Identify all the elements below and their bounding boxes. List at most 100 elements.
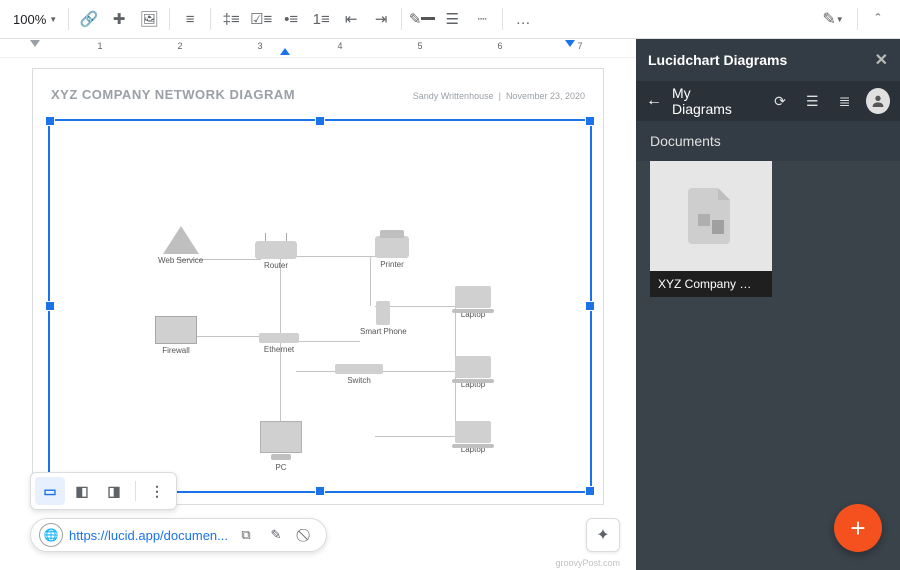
link-preview-chip: 🌐 https://lucid.app/documen... ⧉ ✎ ⃠: [30, 518, 327, 552]
ruler-mark: 7: [577, 41, 582, 51]
thumbnail-caption: XYZ Company …: [650, 271, 772, 297]
node-label: Smart Phone: [360, 327, 407, 336]
insert-link-button[interactable]: 🔗: [75, 5, 103, 33]
ethernet-icon: [259, 333, 299, 343]
date: November 23, 2020: [506, 91, 585, 101]
page-scroll[interactable]: XYZ COMPANY NETWORK DIAGRAM Sandy Writte…: [0, 58, 636, 570]
section-label: Documents: [636, 121, 900, 161]
lucidchart-sidebar: Lucidchart Diagrams ✕ ← My Diagrams ⟳ ☰ …: [636, 39, 900, 570]
node-label: Switch: [335, 376, 383, 385]
node-web-service: Web Service: [158, 226, 203, 265]
bulleted-list-button[interactable]: •≡: [277, 5, 305, 33]
router-icon: [255, 241, 297, 259]
wrap-break-button[interactable]: ◨: [99, 477, 129, 505]
wire: [375, 371, 455, 372]
border-dash-button[interactable]: ┈: [468, 5, 496, 33]
node-pc: PC: [260, 421, 302, 472]
separator: [857, 8, 858, 30]
border-weight-button[interactable]: ☰: [438, 5, 466, 33]
breadcrumb: My Diagrams: [672, 85, 749, 117]
sort-button[interactable]: ☰: [801, 89, 823, 113]
more-button[interactable]: …: [509, 5, 537, 33]
node-ethernet: Ethernet: [259, 333, 299, 354]
wire: [370, 256, 371, 306]
node-label: Firewall: [155, 346, 197, 355]
page-title: XYZ COMPANY NETWORK DIAGRAM: [51, 87, 295, 102]
web-service-icon: [163, 226, 199, 254]
image-wrap-toolbar: ▭ ◧ ◨ ⋮: [30, 472, 177, 510]
hide-menus-button[interactable]: ˆ: [864, 5, 892, 33]
image-more-button[interactable]: ⋮: [142, 477, 172, 505]
explore-button[interactable]: ✦: [586, 518, 620, 552]
main-toolbar: 100% ▼ 🔗 ✚ 🖼 ≡ ‡≡ ☑≡ •≡ 1≡ ⇤ ⇥ ✎ ☰ ┈ … ✎…: [0, 0, 900, 39]
watermark: groovyPost.com: [555, 558, 620, 568]
thumbnail-preview: [650, 161, 772, 271]
node-firewall: Firewall: [155, 316, 197, 355]
node-label: Web Service: [158, 256, 203, 265]
node-label: Ethernet: [259, 345, 299, 354]
printer-icon: [375, 236, 409, 258]
ruler-mark: 2: [177, 41, 182, 51]
back-button[interactable]: ←: [646, 92, 662, 110]
insert-image-button[interactable]: 🖼: [135, 5, 163, 33]
network-diagram: Web Service Firewall Router Etherne: [50, 121, 590, 491]
document-header: XYZ COMPANY NETWORK DIAGRAM Sandy Writte…: [33, 69, 603, 108]
diagram-thumbnail[interactable]: XYZ Company …: [650, 161, 772, 297]
pc-icon: [260, 421, 302, 453]
node-laptop-1: Laptop: [455, 286, 491, 319]
wrap-text-button[interactable]: ◧: [67, 477, 97, 505]
numbered-list-button[interactable]: 1≡: [307, 5, 335, 33]
node-router: Router: [255, 241, 297, 270]
sidebar-subheader: ← My Diagrams ⟳ ☰ ≣: [636, 81, 900, 121]
horizontal-ruler[interactable]: 1 2 3 4 5 6 7: [0, 39, 636, 58]
wire: [375, 436, 455, 437]
view-list-button[interactable]: ≣: [833, 89, 855, 113]
link-url[interactable]: https://lucid.app/documen...: [69, 528, 228, 543]
copy-link-button[interactable]: ⧉: [234, 523, 258, 547]
ruler-mark: 1: [97, 41, 102, 51]
wire: [295, 341, 360, 342]
node-laptop-3: Laptop: [455, 421, 491, 454]
zoom-selector[interactable]: 100% ▼: [8, 12, 62, 27]
document-area: 1 2 3 4 5 6 7 XYZ COMPANY NETWORK DIAGRA…: [0, 39, 636, 570]
node-label: Router: [255, 261, 297, 270]
node-switch: Switch: [335, 364, 383, 385]
ruler-mark: 6: [497, 41, 502, 51]
firewall-icon: [155, 316, 197, 344]
new-diagram-fab[interactable]: +: [834, 504, 882, 552]
separator: [502, 8, 503, 30]
border-color-button[interactable]: ✎: [408, 5, 436, 33]
ruler-mark: 3: [257, 41, 262, 51]
align-button[interactable]: ≡: [176, 5, 204, 33]
remove-link-button[interactable]: ⃠: [294, 523, 318, 547]
zoom-value: 100%: [13, 12, 46, 27]
close-button[interactable]: ✕: [875, 50, 888, 70]
add-comment-button[interactable]: ✚: [105, 5, 133, 33]
editing-mode-button[interactable]: ✎ ▼: [815, 5, 851, 33]
author: Sandy Writtenhouse: [413, 91, 494, 101]
first-line-indent-marker[interactable]: [280, 48, 290, 55]
edit-link-button[interactable]: ✎: [264, 523, 288, 547]
left-indent-marker[interactable]: [30, 40, 40, 47]
page-meta: Sandy Writtenhouse | November 23, 2020: [413, 91, 585, 101]
switch-icon: [335, 364, 383, 374]
sidebar-body: XYZ Company … +: [636, 161, 900, 570]
decrease-indent-button[interactable]: ⇤: [337, 5, 365, 33]
user-avatar[interactable]: [866, 88, 890, 114]
laptop-icon: [455, 286, 491, 308]
line-spacing-button[interactable]: ‡≡: [217, 5, 245, 33]
increase-indent-button[interactable]: ⇥: [367, 5, 395, 33]
checklist-button[interactable]: ☑≡: [247, 5, 275, 33]
chevron-down-icon: ▼: [49, 15, 57, 24]
document-page: XYZ COMPANY NETWORK DIAGRAM Sandy Writte…: [32, 68, 604, 505]
sidebar-title: Lucidchart Diagrams: [648, 52, 787, 68]
separator: [401, 8, 402, 30]
globe-icon: 🌐: [39, 523, 63, 547]
right-indent-marker[interactable]: [565, 40, 575, 47]
selected-diagram[interactable]: Web Service Firewall Router Etherne: [48, 119, 592, 493]
wrap-inline-button[interactable]: ▭: [35, 477, 65, 505]
node-laptop-2: Laptop: [455, 356, 491, 389]
smartphone-icon: [376, 301, 390, 325]
refresh-button[interactable]: ⟳: [769, 89, 791, 113]
separator: [210, 8, 211, 30]
